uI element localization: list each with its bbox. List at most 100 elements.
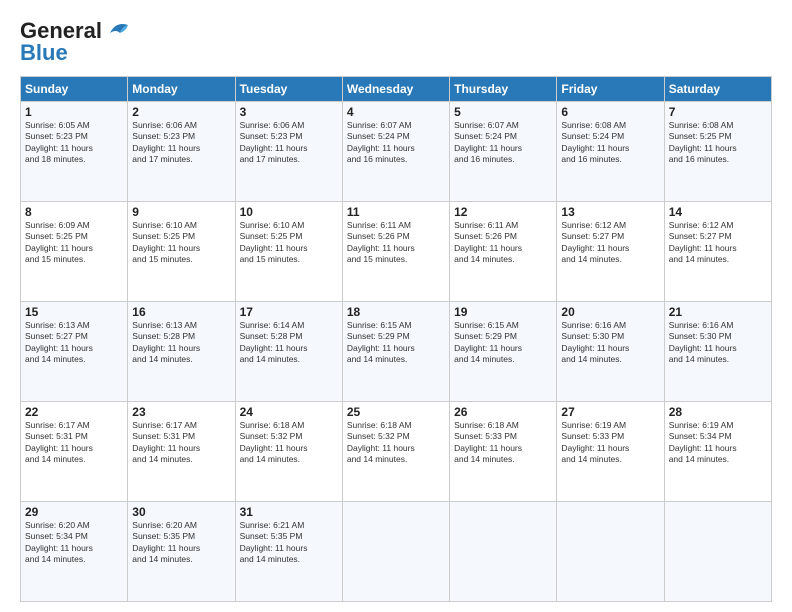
calendar-day-cell: 11Sunrise: 6:11 AM Sunset: 5:26 PM Dayli… bbox=[342, 202, 449, 302]
day-info: Sunrise: 6:08 AM Sunset: 5:24 PM Dayligh… bbox=[561, 120, 659, 166]
calendar-day-cell: 22Sunrise: 6:17 AM Sunset: 5:31 PM Dayli… bbox=[21, 402, 128, 502]
day-number: 24 bbox=[240, 405, 338, 419]
day-info: Sunrise: 6:17 AM Sunset: 5:31 PM Dayligh… bbox=[25, 420, 123, 466]
day-number: 5 bbox=[454, 105, 552, 119]
day-number: 2 bbox=[132, 105, 230, 119]
day-number: 10 bbox=[240, 205, 338, 219]
calendar-day-cell bbox=[342, 502, 449, 602]
calendar-week-row: 15Sunrise: 6:13 AM Sunset: 5:27 PM Dayli… bbox=[21, 302, 772, 402]
calendar-day-cell: 30Sunrise: 6:20 AM Sunset: 5:35 PM Dayli… bbox=[128, 502, 235, 602]
calendar-day-cell: 17Sunrise: 6:14 AM Sunset: 5:28 PM Dayli… bbox=[235, 302, 342, 402]
calendar-header-cell: Friday bbox=[557, 77, 664, 102]
day-number: 23 bbox=[132, 405, 230, 419]
day-info: Sunrise: 6:14 AM Sunset: 5:28 PM Dayligh… bbox=[240, 320, 338, 366]
day-info: Sunrise: 6:19 AM Sunset: 5:33 PM Dayligh… bbox=[561, 420, 659, 466]
day-info: Sunrise: 6:10 AM Sunset: 5:25 PM Dayligh… bbox=[132, 220, 230, 266]
day-number: 9 bbox=[132, 205, 230, 219]
calendar-day-cell: 18Sunrise: 6:15 AM Sunset: 5:29 PM Dayli… bbox=[342, 302, 449, 402]
logo-bird-icon bbox=[106, 19, 134, 39]
day-info: Sunrise: 6:19 AM Sunset: 5:34 PM Dayligh… bbox=[669, 420, 767, 466]
calendar-day-cell: 28Sunrise: 6:19 AM Sunset: 5:34 PM Dayli… bbox=[664, 402, 771, 502]
day-number: 11 bbox=[347, 205, 445, 219]
header: General Blue bbox=[20, 18, 772, 66]
day-info: Sunrise: 6:20 AM Sunset: 5:35 PM Dayligh… bbox=[132, 520, 230, 566]
calendar-header-row: SundayMondayTuesdayWednesdayThursdayFrid… bbox=[21, 77, 772, 102]
day-number: 28 bbox=[669, 405, 767, 419]
day-number: 4 bbox=[347, 105, 445, 119]
day-info: Sunrise: 6:11 AM Sunset: 5:26 PM Dayligh… bbox=[347, 220, 445, 266]
day-info: Sunrise: 6:05 AM Sunset: 5:23 PM Dayligh… bbox=[25, 120, 123, 166]
day-number: 20 bbox=[561, 305, 659, 319]
day-number: 31 bbox=[240, 505, 338, 519]
calendar-week-row: 29Sunrise: 6:20 AM Sunset: 5:34 PM Dayli… bbox=[21, 502, 772, 602]
day-info: Sunrise: 6:13 AM Sunset: 5:27 PM Dayligh… bbox=[25, 320, 123, 366]
calendar-day-cell: 24Sunrise: 6:18 AM Sunset: 5:32 PM Dayli… bbox=[235, 402, 342, 502]
day-number: 30 bbox=[132, 505, 230, 519]
calendar-day-cell: 6Sunrise: 6:08 AM Sunset: 5:24 PM Daylig… bbox=[557, 102, 664, 202]
calendar-day-cell: 20Sunrise: 6:16 AM Sunset: 5:30 PM Dayli… bbox=[557, 302, 664, 402]
calendar-day-cell: 21Sunrise: 6:16 AM Sunset: 5:30 PM Dayli… bbox=[664, 302, 771, 402]
day-number: 14 bbox=[669, 205, 767, 219]
day-number: 19 bbox=[454, 305, 552, 319]
calendar-day-cell: 14Sunrise: 6:12 AM Sunset: 5:27 PM Dayli… bbox=[664, 202, 771, 302]
calendar-header-cell: Tuesday bbox=[235, 77, 342, 102]
calendar-header-cell: Sunday bbox=[21, 77, 128, 102]
calendar-day-cell: 1Sunrise: 6:05 AM Sunset: 5:23 PM Daylig… bbox=[21, 102, 128, 202]
day-info: Sunrise: 6:15 AM Sunset: 5:29 PM Dayligh… bbox=[454, 320, 552, 366]
day-info: Sunrise: 6:06 AM Sunset: 5:23 PM Dayligh… bbox=[240, 120, 338, 166]
calendar-day-cell: 2Sunrise: 6:06 AM Sunset: 5:23 PM Daylig… bbox=[128, 102, 235, 202]
day-info: Sunrise: 6:15 AM Sunset: 5:29 PM Dayligh… bbox=[347, 320, 445, 366]
day-number: 3 bbox=[240, 105, 338, 119]
day-number: 25 bbox=[347, 405, 445, 419]
day-info: Sunrise: 6:13 AM Sunset: 5:28 PM Dayligh… bbox=[132, 320, 230, 366]
calendar-day-cell: 4Sunrise: 6:07 AM Sunset: 5:24 PM Daylig… bbox=[342, 102, 449, 202]
day-number: 26 bbox=[454, 405, 552, 419]
calendar-day-cell: 23Sunrise: 6:17 AM Sunset: 5:31 PM Dayli… bbox=[128, 402, 235, 502]
logo-blue: Blue bbox=[20, 40, 68, 66]
calendar-day-cell: 10Sunrise: 6:10 AM Sunset: 5:25 PM Dayli… bbox=[235, 202, 342, 302]
day-number: 17 bbox=[240, 305, 338, 319]
day-info: Sunrise: 6:10 AM Sunset: 5:25 PM Dayligh… bbox=[240, 220, 338, 266]
day-number: 21 bbox=[669, 305, 767, 319]
calendar-day-cell: 27Sunrise: 6:19 AM Sunset: 5:33 PM Dayli… bbox=[557, 402, 664, 502]
logo: General Blue bbox=[20, 18, 134, 66]
day-info: Sunrise: 6:09 AM Sunset: 5:25 PM Dayligh… bbox=[25, 220, 123, 266]
day-info: Sunrise: 6:18 AM Sunset: 5:32 PM Dayligh… bbox=[347, 420, 445, 466]
day-info: Sunrise: 6:20 AM Sunset: 5:34 PM Dayligh… bbox=[25, 520, 123, 566]
day-number: 18 bbox=[347, 305, 445, 319]
day-info: Sunrise: 6:18 AM Sunset: 5:33 PM Dayligh… bbox=[454, 420, 552, 466]
day-number: 7 bbox=[669, 105, 767, 119]
day-info: Sunrise: 6:16 AM Sunset: 5:30 PM Dayligh… bbox=[669, 320, 767, 366]
calendar-header-cell: Saturday bbox=[664, 77, 771, 102]
calendar-day-cell: 7Sunrise: 6:08 AM Sunset: 5:25 PM Daylig… bbox=[664, 102, 771, 202]
calendar-day-cell bbox=[450, 502, 557, 602]
day-info: Sunrise: 6:11 AM Sunset: 5:26 PM Dayligh… bbox=[454, 220, 552, 266]
day-number: 13 bbox=[561, 205, 659, 219]
day-number: 16 bbox=[132, 305, 230, 319]
day-number: 27 bbox=[561, 405, 659, 419]
day-info: Sunrise: 6:07 AM Sunset: 5:24 PM Dayligh… bbox=[454, 120, 552, 166]
calendar-body: 1Sunrise: 6:05 AM Sunset: 5:23 PM Daylig… bbox=[21, 102, 772, 602]
calendar-day-cell: 25Sunrise: 6:18 AM Sunset: 5:32 PM Dayli… bbox=[342, 402, 449, 502]
day-info: Sunrise: 6:12 AM Sunset: 5:27 PM Dayligh… bbox=[561, 220, 659, 266]
day-info: Sunrise: 6:12 AM Sunset: 5:27 PM Dayligh… bbox=[669, 220, 767, 266]
calendar-header-cell: Wednesday bbox=[342, 77, 449, 102]
day-info: Sunrise: 6:17 AM Sunset: 5:31 PM Dayligh… bbox=[132, 420, 230, 466]
day-number: 1 bbox=[25, 105, 123, 119]
calendar-week-row: 1Sunrise: 6:05 AM Sunset: 5:23 PM Daylig… bbox=[21, 102, 772, 202]
day-number: 6 bbox=[561, 105, 659, 119]
day-number: 29 bbox=[25, 505, 123, 519]
day-info: Sunrise: 6:07 AM Sunset: 5:24 PM Dayligh… bbox=[347, 120, 445, 166]
calendar-day-cell: 13Sunrise: 6:12 AM Sunset: 5:27 PM Dayli… bbox=[557, 202, 664, 302]
day-info: Sunrise: 6:16 AM Sunset: 5:30 PM Dayligh… bbox=[561, 320, 659, 366]
calendar-day-cell: 3Sunrise: 6:06 AM Sunset: 5:23 PM Daylig… bbox=[235, 102, 342, 202]
calendar-day-cell: 29Sunrise: 6:20 AM Sunset: 5:34 PM Dayli… bbox=[21, 502, 128, 602]
calendar-day-cell bbox=[664, 502, 771, 602]
calendar-day-cell: 19Sunrise: 6:15 AM Sunset: 5:29 PM Dayli… bbox=[450, 302, 557, 402]
calendar-header-cell: Monday bbox=[128, 77, 235, 102]
day-info: Sunrise: 6:21 AM Sunset: 5:35 PM Dayligh… bbox=[240, 520, 338, 566]
day-number: 22 bbox=[25, 405, 123, 419]
calendar-day-cell: 31Sunrise: 6:21 AM Sunset: 5:35 PM Dayli… bbox=[235, 502, 342, 602]
day-number: 15 bbox=[25, 305, 123, 319]
calendar-table: SundayMondayTuesdayWednesdayThursdayFrid… bbox=[20, 76, 772, 602]
